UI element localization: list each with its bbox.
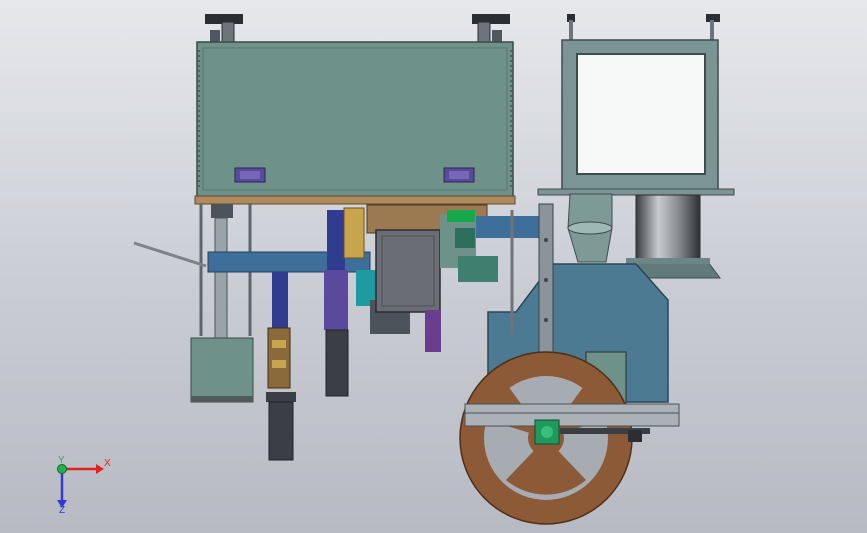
right-frame[interactable] (537, 14, 735, 196)
left-top-fitting (205, 14, 243, 43)
right-top-fitting (472, 14, 510, 43)
y-axis-label: Y (58, 455, 65, 466)
duct (567, 193, 613, 263)
control-box[interactable] (375, 229, 441, 313)
cad-viewport[interactable]: X Y Z (0, 0, 867, 533)
cylinder-tank[interactable] (626, 194, 721, 279)
drive-column-left[interactable] (266, 272, 296, 461)
left-column-assembly[interactable] (190, 204, 254, 403)
diagonal-rod (133, 241, 207, 268)
machine-drawing (57, 14, 735, 525)
x-axis-label: X (104, 458, 111, 469)
main-housing[interactable] (194, 14, 516, 205)
z-axis-label: Z (59, 505, 66, 516)
window-panel (576, 53, 706, 175)
axis-triad (57, 464, 104, 508)
